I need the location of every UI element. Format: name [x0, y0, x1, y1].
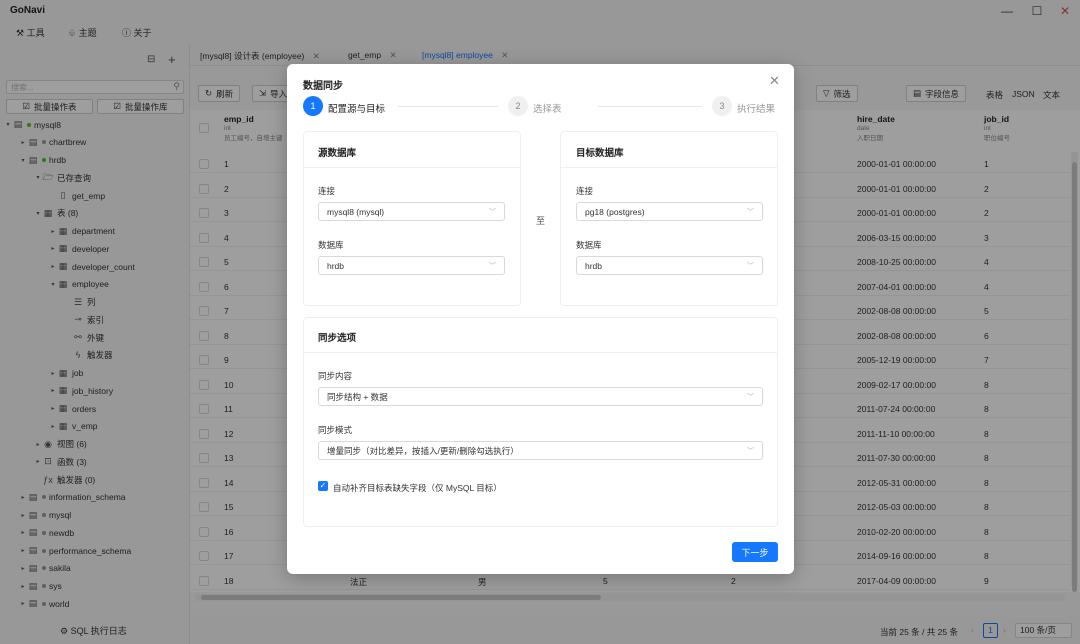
divider — [304, 352, 777, 353]
target-connection-label: 连接 — [576, 186, 594, 196]
step-2-circle: 2 — [508, 96, 528, 116]
next-button[interactable]: 下一步 — [732, 542, 778, 562]
select-value: hrdb — [585, 260, 603, 271]
target-database-select[interactable]: hrdb ﹀ — [576, 256, 763, 275]
source-connection-select[interactable]: mysql8 (mysql) ﹀ — [318, 202, 505, 221]
chevron-down-icon: ﹀ — [747, 263, 754, 270]
dialog-title: 数据同步 — [303, 81, 343, 92]
source-heading: 源数据库 — [318, 148, 357, 159]
close-icon[interactable]: ✕ — [769, 73, 780, 89]
divider — [304, 167, 520, 168]
target-database-label: 数据库 — [576, 240, 602, 250]
to-label: 至 — [536, 216, 546, 226]
sync-content-label: 同步内容 — [318, 371, 353, 381]
sync-options-heading: 同步选项 — [318, 333, 357, 344]
select-value: 增量同步（对比差异，按插入/更新/删除勾选执行） — [327, 445, 519, 456]
sync-mode-select[interactable]: 增量同步（对比差异，按插入/更新/删除勾选执行） ﹀ — [318, 441, 763, 460]
select-value: pg18 (postgres) — [585, 206, 645, 217]
chevron-down-icon: ﹀ — [489, 209, 496, 216]
step-connector — [398, 106, 498, 107]
select-value: mysql8 (mysql) — [327, 206, 385, 217]
source-database-select[interactable]: hrdb ﹀ — [318, 256, 505, 275]
select-value: hrdb — [327, 260, 345, 271]
step-1-circle: 1 — [303, 96, 323, 116]
auto-fill-label: 自动补齐目标表缺失字段（仅 MySQL 目标） — [333, 483, 502, 493]
step-2-label: 选择表 — [533, 104, 562, 115]
chevron-down-icon: ﹀ — [489, 263, 496, 270]
step-3-circle: 3 — [712, 96, 732, 116]
sync-content-select[interactable]: 同步结构 + 数据 ﹀ — [318, 387, 763, 406]
select-value: 同步结构 + 数据 — [327, 391, 388, 402]
auto-fill-checkbox[interactable]: ✓ — [318, 481, 328, 491]
divider — [561, 167, 777, 168]
sync-options-card — [303, 317, 778, 527]
chevron-down-icon: ﹀ — [747, 448, 754, 455]
target-connection-select[interactable]: pg18 (postgres) ﹀ — [576, 202, 763, 221]
source-connection-label: 连接 — [318, 186, 336, 196]
step-3-label: 执行结果 — [737, 104, 776, 115]
chevron-down-icon: ﹀ — [747, 209, 754, 216]
sync-mode-label: 同步模式 — [318, 425, 353, 435]
source-database-label: 数据库 — [318, 240, 344, 250]
step-connector — [598, 106, 702, 107]
chevron-down-icon: ﹀ — [747, 394, 754, 401]
step-1-label: 配置源与目标 — [328, 104, 386, 115]
target-heading: 目标数据库 — [576, 148, 624, 159]
